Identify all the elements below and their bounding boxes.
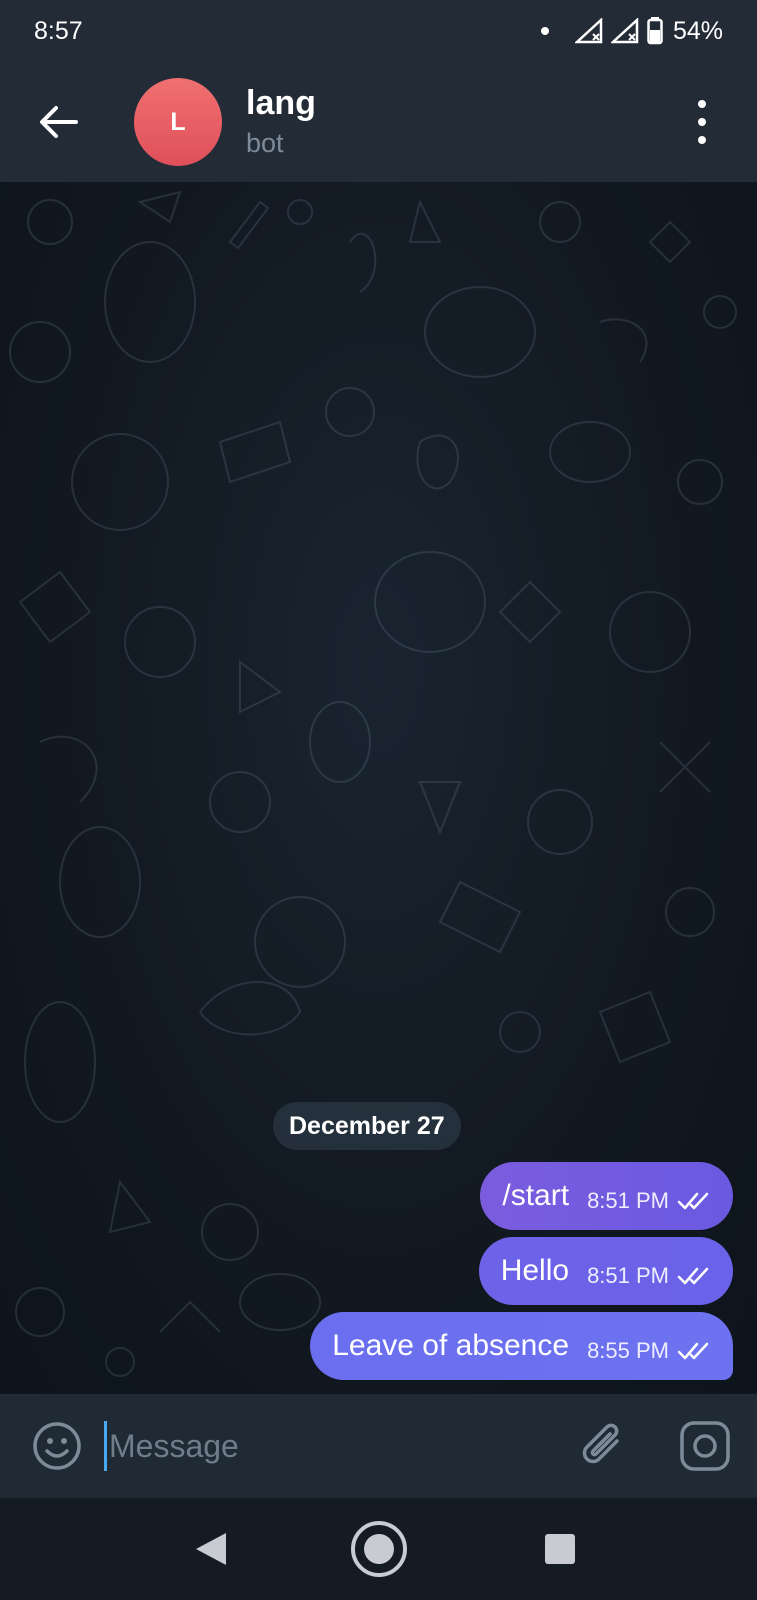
- message-text: Leave of absence: [332, 1329, 570, 1362]
- more-vert-icon-dot: [698, 136, 706, 144]
- message-time: 8:51 PM: [587, 1188, 669, 1213]
- system-nav-bar: [0, 1498, 757, 1600]
- battery-icon: [647, 17, 663, 45]
- chat-subtitle: bot: [246, 128, 284, 158]
- message-text: /start: [502, 1179, 570, 1212]
- emoji-button[interactable]: [32, 1421, 82, 1471]
- more-vert-icon-dot: [698, 118, 706, 126]
- chat-header: L lang bot: [0, 62, 757, 182]
- battery-percent: 54%: [672, 16, 723, 45]
- message-time: 8:55 PM: [587, 1338, 669, 1363]
- more-vert-icon: [698, 100, 706, 108]
- text-cursor: [104, 1421, 107, 1471]
- nav-home-icon: [351, 1521, 407, 1577]
- nav-recent-icon: [545, 1534, 575, 1564]
- status-bar: 8:57 54%: [0, 0, 757, 62]
- date-label: December 27: [289, 1111, 445, 1140]
- signal-icon: [574, 18, 603, 44]
- emoji-icon: [33, 1422, 81, 1470]
- signal-icon-2: [610, 18, 639, 44]
- message-bubble[interactable]: /start 8:51 PM: [480, 1162, 733, 1230]
- status-icons: 54%: [540, 16, 723, 46]
- nav-recent-button[interactable]: [525, 1514, 595, 1584]
- message-input[interactable]: [109, 1416, 579, 1476]
- double-check-icon: [677, 1266, 715, 1286]
- message-time: 8:51 PM: [587, 1263, 669, 1288]
- status-time: 8:57: [34, 16, 83, 45]
- double-check-icon: [677, 1341, 715, 1361]
- chat-area[interactable]: December 27 /start 8:51 PM Hello 8:51 PM…: [0, 182, 757, 1394]
- nav-home-button[interactable]: [344, 1514, 414, 1584]
- avatar-letter: L: [170, 107, 186, 136]
- nav-back-button[interactable]: [176, 1514, 246, 1584]
- nav-back-icon: [196, 1533, 226, 1565]
- back-button[interactable]: [28, 92, 88, 152]
- attach-icon: [582, 1423, 619, 1464]
- date-separator: December 27: [273, 1102, 461, 1150]
- message-bubble[interactable]: Hello 8:51 PM: [478, 1237, 733, 1305]
- avatar[interactable]: L: [134, 78, 222, 166]
- message-text: Hello: [500, 1254, 570, 1287]
- message-bubble[interactable]: Leave of absence 8:55 PM: [310, 1312, 733, 1380]
- more-options-button[interactable]: [687, 100, 717, 144]
- message-composer: [0, 1394, 757, 1498]
- double-check-icon: [677, 1191, 715, 1211]
- camera-button[interactable]: [679, 1420, 731, 1472]
- camera-icon: [680, 1421, 730, 1471]
- chat-title: lang: [246, 84, 316, 122]
- chat-title-block[interactable]: lang bot: [246, 83, 316, 161]
- notification-dot-icon: [540, 27, 549, 35]
- back-arrow-icon: [40, 106, 78, 138]
- attach-button[interactable]: [579, 1421, 629, 1471]
